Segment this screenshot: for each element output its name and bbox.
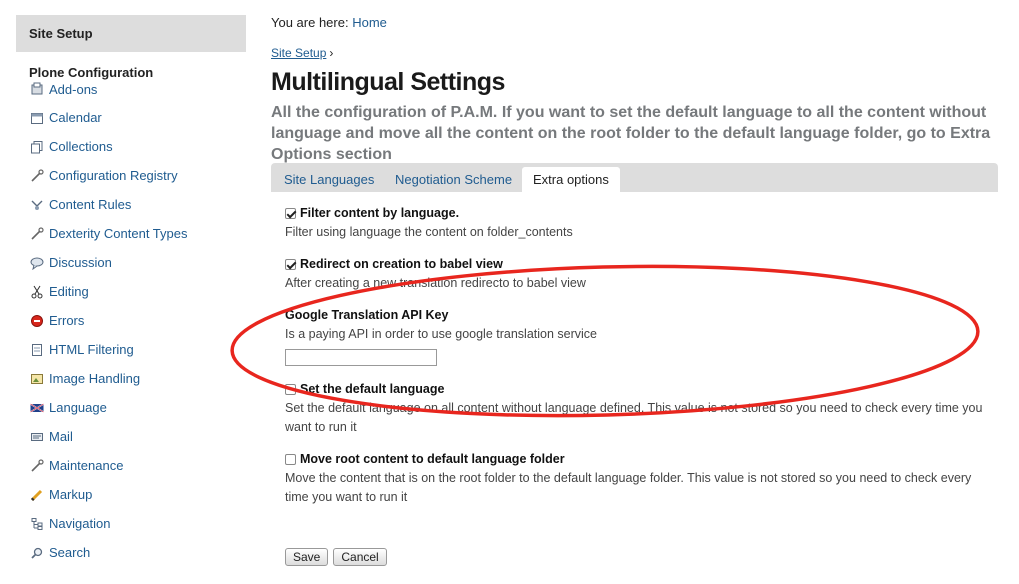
field-title-row: Redirect on creation to babel view: [285, 257, 586, 271]
calendar-icon: [29, 110, 45, 126]
collections-icon: [29, 139, 45, 155]
pencil-icon: [29, 487, 45, 503]
move-root-content-help: Move the content that is on the root fol…: [285, 471, 972, 504]
sidebar-item-navigation[interactable]: Navigation: [16, 509, 246, 538]
breadcrumb-site-setup-link[interactable]: Site Setup: [271, 46, 326, 60]
sidebar-item-calendar[interactable]: Calendar: [16, 103, 246, 132]
navigation-icon: [29, 516, 45, 532]
sidebar-item-content-rules[interactable]: Content Rules: [16, 190, 246, 219]
you-are-here-label: You are here:: [271, 15, 349, 30]
search-icon: [29, 545, 45, 561]
field-title-row: Set the default language: [285, 382, 985, 396]
sidebar-item-configuration-registry[interactable]: Configuration Registry: [16, 161, 246, 190]
sidebar-item-image-handling[interactable]: Image Handling: [16, 364, 246, 393]
filter-content-help: Filter using language the content on fol…: [285, 225, 573, 239]
page-description: All the configuration of P.A.M. If you w…: [271, 104, 991, 163]
wrench-icon: [29, 226, 45, 242]
sidebar-item-label: Mail: [49, 429, 73, 444]
sidebar-item-markup[interactable]: Markup: [16, 480, 246, 509]
sidebar-item-addons[interactable]: Add-ons: [16, 80, 246, 98]
sidebar-item-label: Markup: [49, 487, 93, 502]
field-google-api-key: Google Translation API Key Is a paying A…: [285, 308, 597, 366]
error-icon: [29, 313, 45, 329]
sidebar-item-editing[interactable]: Editing: [16, 277, 246, 306]
sidebar-item-label: Image Handling: [49, 371, 141, 386]
field-move-root-content: Move root content to default language fo…: [285, 452, 985, 507]
sidebar-item-label: Search: [49, 545, 91, 560]
filter-content-checkbox[interactable]: [285, 207, 296, 219]
set-default-language-help: Set the default language on all content …: [285, 401, 983, 434]
sidebar-item-dexterity-content-types[interactable]: Dexterity Content Types: [16, 219, 246, 248]
wrench-icon: [29, 458, 45, 474]
tab-bar: Site Languages Negotiation Scheme Extra …: [271, 163, 998, 192]
sidebar-item-search[interactable]: Search: [16, 538, 246, 567]
google-api-key-help: Is a paying API in order to use google t…: [285, 327, 597, 341]
breadcrumb-separator: ›: [329, 46, 334, 60]
content-rules-icon: [29, 197, 45, 213]
tab-site-languages[interactable]: Site Languages: [273, 167, 385, 192]
sidebar-item-label: Calendar: [49, 110, 102, 125]
field-title-row: Move root content to default language fo…: [285, 452, 985, 466]
tab-extra-options[interactable]: Extra options: [522, 167, 620, 192]
you-are-here: You are here: Home: [271, 15, 387, 30]
redirect-babel-label: Redirect on creation to babel view: [300, 257, 503, 271]
html-filter-icon: [29, 342, 45, 358]
move-root-content-label: Move root content to default language fo…: [300, 452, 565, 466]
sidebar-item-label: Add-ons: [49, 81, 98, 97]
sidebar-item-discussion[interactable]: Discussion: [16, 248, 246, 277]
page-title: Multilingual Settings: [271, 68, 505, 96]
google-api-key-label: Google Translation API Key: [285, 308, 449, 322]
sidebar-item-label: Dexterity Content Types: [49, 226, 188, 241]
field-redirect-babel: Redirect on creation to babel view After…: [285, 257, 586, 293]
redirect-babel-checkbox[interactable]: [285, 258, 296, 270]
move-root-content-checkbox[interactable]: [285, 453, 296, 465]
google-api-key-input[interactable]: [285, 349, 437, 366]
site-setup-sidebar: Site Setup Plone Configuration Add-ons C…: [16, 15, 246, 567]
sidebar-item-label: HTML Filtering: [49, 342, 134, 357]
sidebar-group-title: Plone Configuration: [29, 65, 154, 80]
sidebar-item-label: Configuration Registry: [49, 168, 178, 183]
form-buttons: Save Cancel: [285, 548, 387, 566]
sidebar-item-errors[interactable]: Errors: [16, 306, 246, 335]
addons-icon: [29, 81, 45, 97]
redirect-babel-help: After creating a new translation redirec…: [285, 276, 586, 290]
sidebar-item-label: Navigation: [49, 516, 111, 531]
sidebar-item-label: Maintenance: [49, 458, 124, 473]
breadcrumb-home-link[interactable]: Home: [352, 15, 387, 30]
cancel-button[interactable]: Cancel: [333, 548, 387, 566]
sidebar-header[interactable]: Site Setup: [16, 15, 246, 52]
sidebar-item-label: Language: [49, 400, 107, 415]
sidebar-item-mail[interactable]: Mail: [16, 422, 246, 451]
sidebar-item-label: Collections: [49, 139, 113, 154]
field-title-row: Filter content by language.: [285, 206, 573, 220]
field-filter-content: Filter content by language. Filter using…: [285, 206, 573, 242]
filter-content-label: Filter content by language.: [300, 206, 460, 220]
breadcrumb: Site Setup ›: [271, 46, 333, 60]
sidebar-item-label: Editing: [49, 284, 89, 299]
discussion-icon: [29, 255, 45, 271]
wrench-icon: [29, 168, 45, 184]
set-default-language-label: Set the default language: [300, 382, 445, 396]
mail-icon: [29, 429, 45, 445]
sidebar-item-collections[interactable]: Collections: [16, 132, 246, 161]
set-default-language-checkbox[interactable]: [285, 383, 296, 395]
flag-icon: [29, 400, 45, 416]
sidebar-item-label: Errors: [49, 313, 85, 328]
field-set-default-language: Set the default language Set the default…: [285, 382, 985, 437]
sidebar-item-label: Content Rules: [49, 197, 132, 212]
tab-negotiation-scheme[interactable]: Negotiation Scheme: [384, 167, 523, 192]
sidebar-item-label: Discussion: [49, 255, 112, 270]
save-button[interactable]: Save: [285, 548, 329, 566]
sidebar-list: Add-ons Calendar Collections Configurati…: [16, 80, 246, 567]
sidebar-item-html-filtering[interactable]: HTML Filtering: [16, 335, 246, 364]
image-icon: [29, 371, 45, 387]
sidebar-item-maintenance[interactable]: Maintenance: [16, 451, 246, 480]
sidebar-item-language[interactable]: Language: [16, 393, 246, 422]
scissors-icon: [29, 284, 45, 300]
